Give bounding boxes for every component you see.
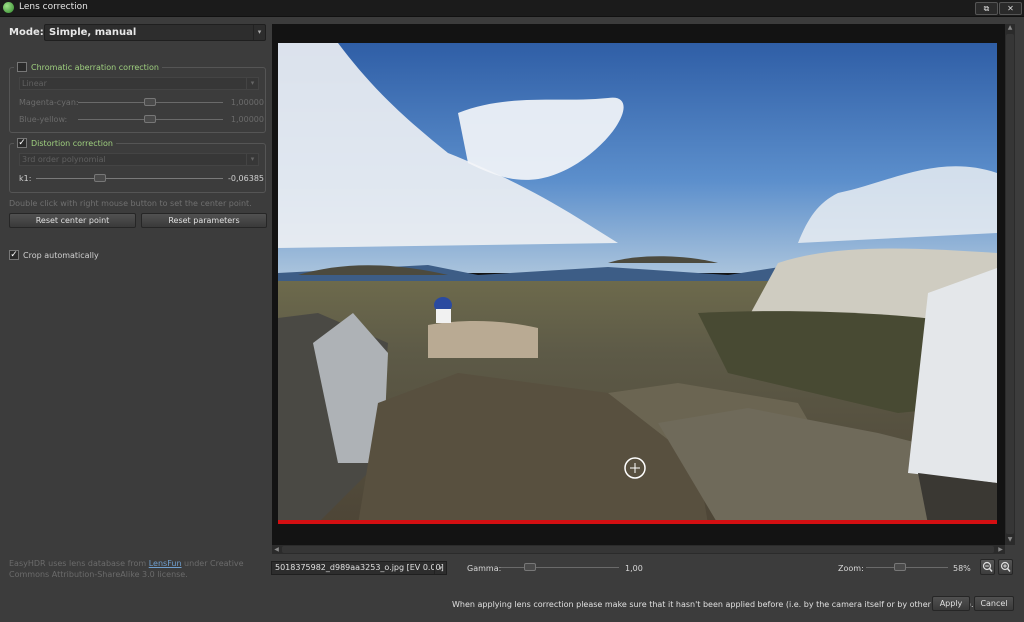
vertical-scrollbar[interactable]: ▲ ▼ — [1005, 24, 1015, 545]
k1-label: k1: — [19, 174, 32, 183]
cancel-button[interactable]: Cancel — [974, 596, 1014, 611]
chromatic-method-value: Linear — [22, 79, 47, 88]
app-icon — [3, 2, 14, 13]
distortion-method-dropdown[interactable]: 3rd order polynomial ▾ — [19, 153, 259, 166]
chevron-down-icon: ▾ — [434, 562, 446, 574]
crop-automatically-label: Crop automatically — [23, 250, 99, 260]
vertical-scroll-thumb[interactable] — [1006, 34, 1014, 534]
distortion-correction-title: Distortion correction — [31, 138, 113, 148]
reset-center-point-button[interactable]: Reset center point — [9, 213, 136, 228]
apply-button[interactable]: Apply — [932, 596, 970, 611]
chromatic-aberration-title: Chromatic aberration correction — [31, 62, 159, 72]
k1-handle[interactable] — [94, 174, 106, 182]
blue-yellow-value: 1,00000 — [230, 115, 264, 124]
source-file-dropdown[interactable]: 5018375982_d989aa3253_o.jpg [EV 0.00] ▾ — [271, 561, 447, 575]
chevron-down-icon: ▾ — [246, 154, 258, 165]
crop-automatically-row: ✓ Crop automatically — [9, 250, 99, 260]
magenta-cyan-handle[interactable] — [144, 98, 156, 106]
zoom-slider-handle[interactable] — [894, 563, 906, 571]
window-title: Lens correction — [19, 2, 88, 12]
center-point-hint: Double click with right mouse button to … — [9, 199, 252, 208]
horizontal-scrollbar[interactable]: ◀ ▶ — [272, 545, 1005, 554]
zoom-slider-track[interactable] — [866, 567, 948, 568]
zoom-in-icon — [1000, 561, 1011, 572]
blue-yellow-slider-row: Blue-yellow: 1,00000 — [19, 114, 264, 126]
preview-photo — [278, 43, 997, 524]
crop-boundary-line — [278, 520, 997, 524]
image-preview[interactable] — [272, 24, 1005, 545]
lens-correction-warning: When applying lens correction please mak… — [452, 600, 974, 609]
crop-automatically-checkbox[interactable]: ✓ — [9, 250, 19, 260]
magenta-cyan-slider-row: Magenta-cyan: 1,00000 — [19, 97, 264, 109]
credit-prefix: EasyHDR uses lens database from — [9, 559, 149, 568]
scroll-left-icon[interactable]: ◀ — [272, 545, 281, 554]
magenta-cyan-value: 1,00000 — [230, 98, 264, 107]
zoom-out-button[interactable] — [980, 559, 995, 575]
settings-panel: Mode: Simple, manual ▾ Chromatic aberrat… — [0, 17, 270, 622]
mode-label: Mode: — [9, 27, 44, 38]
chevron-down-icon: ▾ — [246, 78, 258, 89]
blue-yellow-handle[interactable] — [144, 115, 156, 123]
mode-dropdown[interactable]: Simple, manual ▾ — [44, 24, 266, 41]
horizontal-scroll-thumb[interactable] — [282, 546, 994, 553]
title-bar: Lens correction ⧉ ✕ — [0, 0, 1024, 17]
distortion-method-value: 3rd order polynomial — [22, 155, 106, 164]
gamma-slider-handle[interactable] — [524, 563, 536, 571]
zoom-in-button[interactable] — [998, 559, 1013, 575]
zoom-out-icon — [982, 561, 993, 572]
lensfun-link[interactable]: LensFun — [149, 559, 182, 568]
distortion-correction-group: ✓ Distortion correction 3rd order polyno… — [9, 138, 266, 193]
magenta-cyan-label: Magenta-cyan: — [19, 98, 79, 107]
source-file-value: 5018375982_d989aa3253_o.jpg [EV 0.00] — [275, 563, 444, 572]
restore-button[interactable]: ⧉ — [975, 2, 998, 15]
scroll-up-icon[interactable]: ▲ — [1005, 24, 1015, 33]
gamma-value: 1,00 — [625, 564, 643, 573]
blue-yellow-label: Blue-yellow: — [19, 115, 68, 124]
scroll-down-icon[interactable]: ▼ — [1005, 536, 1015, 545]
k1-slider-row: k1: -0,06385 — [19, 173, 264, 185]
distortion-correction-checkbox[interactable]: ✓ — [17, 138, 27, 148]
k1-value: -0,06385 — [228, 174, 264, 183]
scroll-right-icon[interactable]: ▶ — [996, 545, 1005, 554]
lensfun-credit: EasyHDR uses lens database from LensFun … — [9, 558, 267, 580]
gamma-slider-track[interactable] — [501, 567, 619, 568]
chromatic-aberration-group: Chromatic aberration correction Linear ▾… — [9, 62, 266, 133]
chromatic-method-dropdown[interactable]: Linear ▾ — [19, 77, 259, 90]
zoom-value: 58% — [953, 564, 971, 573]
gamma-label: Gamma: — [467, 564, 502, 573]
reset-parameters-button[interactable]: Reset parameters — [141, 213, 267, 228]
zoom-label: Zoom: — [838, 564, 864, 573]
close-button[interactable]: ✕ — [999, 2, 1022, 15]
k1-track[interactable] — [36, 178, 223, 179]
mode-value: Simple, manual — [49, 27, 137, 38]
chevron-down-icon: ▾ — [253, 25, 265, 40]
chromatic-aberration-checkbox[interactable] — [17, 62, 27, 72]
